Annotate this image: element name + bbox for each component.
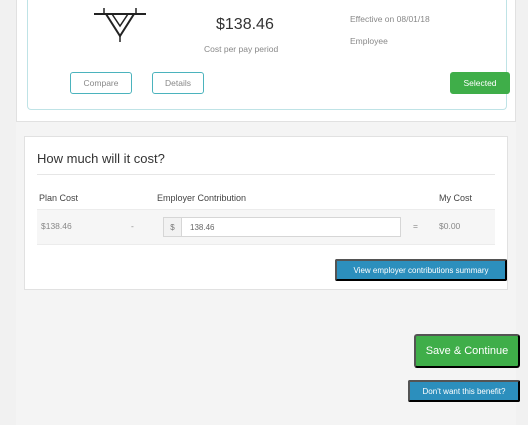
cost-divider [37, 174, 495, 175]
save-continue-button[interactable]: Save & Continue [414, 334, 520, 368]
plan-price-caption: Cost per pay period [204, 44, 279, 54]
dont-want-benefit-button[interactable]: Don't want this benefit? [408, 380, 520, 402]
header-employer-contribution: Employer Contribution [157, 193, 247, 203]
employer-contribution-input[interactable] [182, 218, 400, 236]
plan-section: $138.46 Cost per pay period Effective on… [16, 0, 516, 122]
plan-logo-icon [94, 8, 146, 42]
view-contributions-summary-button[interactable]: View employer contributions summary [335, 259, 507, 281]
cost-title: How much will it cost? [37, 151, 165, 166]
cost-section: How much will it cost? Plan Cost Employe… [24, 136, 508, 290]
header-plan-cost: Plan Cost [39, 193, 79, 203]
plan-price: $138.46 [216, 16, 274, 33]
details-button[interactable]: Details [152, 72, 204, 94]
employer-contribution-field[interactable]: $ [163, 217, 401, 237]
row-equals-sign: = [413, 221, 418, 231]
row-minus-sign: - [131, 221, 134, 231]
row-plan-cost: $138.46 [41, 221, 72, 231]
currency-addon: $ [164, 218, 182, 236]
header-my-cost: My Cost [439, 193, 473, 203]
plan-effective-date: Effective on 08/01/18 [350, 14, 430, 24]
plan-card: $138.46 Cost per pay period Effective on… [27, 0, 510, 110]
plan-coverage-level: Employee [350, 36, 388, 46]
compare-button[interactable]: Compare [70, 72, 132, 94]
selected-button[interactable]: Selected [450, 72, 510, 94]
row-my-cost: $0.00 [439, 221, 461, 231]
